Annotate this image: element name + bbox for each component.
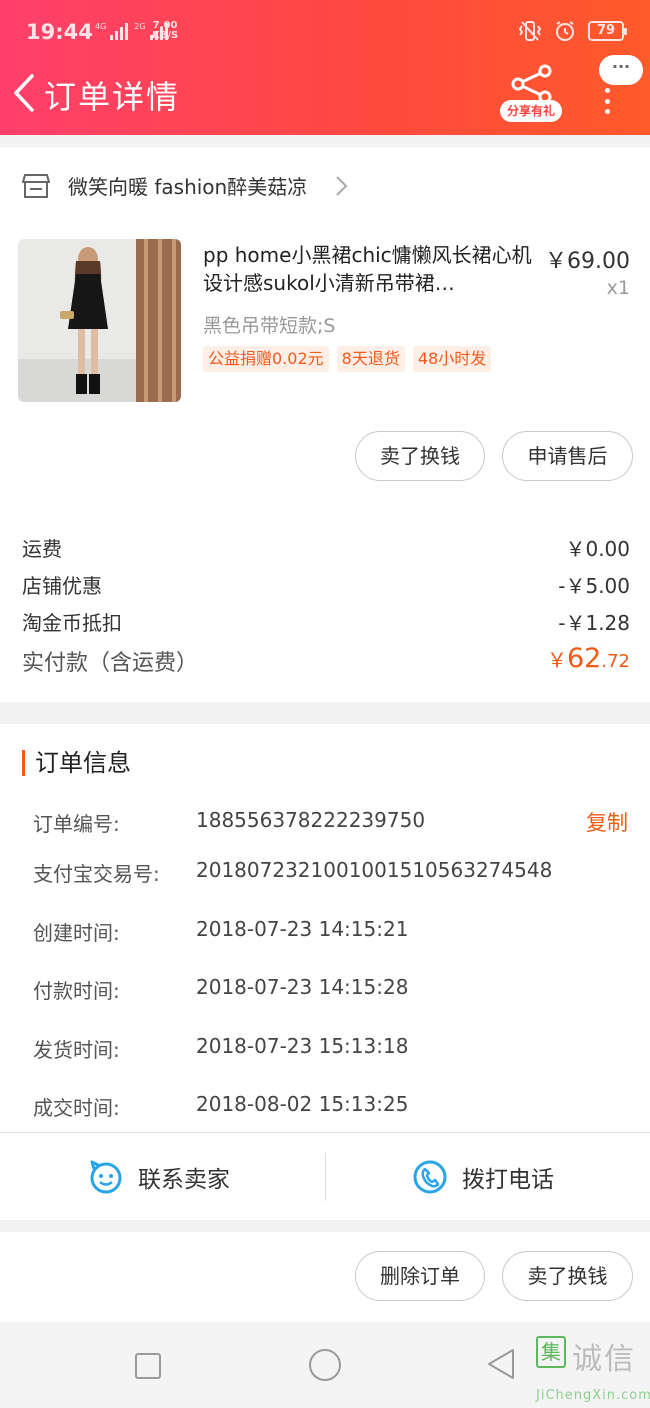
contact-seller-label: 联系卖家 <box>138 1167 230 1193</box>
product-price: ￥69.00 <box>545 249 630 274</box>
fee-value: ￥0.00 <box>565 537 630 561</box>
alarm-icon <box>556 21 574 41</box>
product-sku: 黑色吊带短款;S <box>203 315 336 337</box>
fee-label: 淘金币抵扣 <box>22 611 122 635</box>
chevron-right-icon <box>336 176 348 196</box>
fee-row-store-discount: 店铺优惠 -￥5.00 <box>22 570 630 600</box>
store-name: 微笑向暖 fashion醉美菇凉 <box>68 175 308 199</box>
battery-icon: 79 <box>588 21 627 41</box>
call-phone-label: 拨打电话 <box>462 1167 554 1193</box>
order-info-card: 订单信息 订单编号: 188556378222239750 复制 支付宝交易号:… <box>0 724 650 1132</box>
recent-apps-icon[interactable] <box>134 1352 162 1380</box>
order-item-card: 微笑向暖 fashion醉美菇凉 pp home小黑裙chic慵懒风长裙心机设计… <box>0 147 650 702</box>
more-menu-icon[interactable] <box>602 88 612 114</box>
actual-paid-row: 实付款（含运费） ￥62.72 <box>22 643 630 679</box>
fee-row-shipping: 运费 ￥0.00 <box>22 533 630 563</box>
actual-paid-label: 实付款（含运费） <box>22 651 199 676</box>
network-speed: 7.00 KB/S <box>152 20 179 41</box>
status-bar: 19:44 4G 2G 7.00 KB/S 79 <box>0 0 650 66</box>
status-icons: 79 <box>518 20 627 42</box>
product-quantity: x1 <box>606 277 630 299</box>
service-tag: 8天退货 <box>336 346 405 372</box>
alipay-trade-number: 2018072321001001510563274548 <box>196 858 553 882</box>
service-tags: 公益捐赠0.02元 8天退货 48小时发 <box>203 346 492 372</box>
share-label: 分享有礼 <box>500 100 562 122</box>
message-icon[interactable]: ··· <box>599 55 643 85</box>
footer-actions: 删除订单 卖了换钱 <box>0 1232 650 1322</box>
store-icon <box>22 174 50 198</box>
fee-value: -￥1.28 <box>558 611 630 635</box>
status-time: 19:44 <box>26 20 93 44</box>
watermark-logo: 集 <box>536 1336 566 1368</box>
order-number: 188556378222239750 <box>196 808 426 832</box>
product-title[interactable]: pp home小黑裙chic慵懒风长裙心机设计感sukol小清新吊带裙… <box>203 241 533 297</box>
watermark-url: JiChengXin.com <box>536 1388 650 1403</box>
watermark-text: 诚信 <box>572 1342 636 1377</box>
signal-icon: 4G <box>95 22 129 40</box>
contact-bar: 联系卖家 拨打电话 <box>0 1132 650 1220</box>
chevron-left-icon <box>14 74 34 112</box>
vibrate-icon <box>518 21 542 41</box>
chat-face-icon <box>90 1160 122 1194</box>
contact-seller-button[interactable]: 联系卖家 <box>88 1133 230 1221</box>
fee-label: 店铺优惠 <box>22 574 102 598</box>
delete-order-button[interactable]: 删除订单 <box>355 1251 485 1301</box>
back-button[interactable] <box>10 72 42 114</box>
home-icon[interactable] <box>308 1348 342 1382</box>
phone-icon <box>413 1160 447 1194</box>
divider <box>325 1153 326 1201</box>
sell-for-money-button[interactable]: 卖了换钱 <box>355 431 485 481</box>
fee-value: -￥5.00 <box>558 574 630 598</box>
fee-label: 运费 <box>22 537 62 561</box>
store-row[interactable]: 微笑向暖 fashion醉美菇凉 <box>0 147 650 227</box>
call-phone-button[interactable]: 拨打电话 <box>412 1133 554 1221</box>
order-info-title: 订单信息 <box>22 750 131 776</box>
service-tag: 公益捐赠0.02元 <box>203 346 329 372</box>
product-image[interactable] <box>18 239 181 402</box>
service-tag: 48小时发 <box>412 346 492 372</box>
watermark: 集 诚信 JiChengXin.com <box>534 1332 650 1408</box>
share-icon <box>511 64 552 104</box>
apply-after-sale-button[interactable]: 申请售后 <box>502 431 633 481</box>
page-title: 订单详情 <box>44 78 181 116</box>
share-button[interactable]: 分享有礼 <box>500 64 566 122</box>
sell-for-money-footer-button[interactable]: 卖了换钱 <box>502 1251 633 1301</box>
copy-order-number-button[interactable]: 复制 <box>586 807 628 837</box>
back-nav-icon[interactable] <box>486 1348 516 1380</box>
actual-paid-amount: ￥62.72 <box>547 643 630 674</box>
fee-row-coin-deduction: 淘金币抵扣 -￥1.28 <box>22 607 630 637</box>
app-header: 19:44 4G 2G 7.00 KB/S 79 订单详情 分享有礼 ··· <box>0 0 650 135</box>
